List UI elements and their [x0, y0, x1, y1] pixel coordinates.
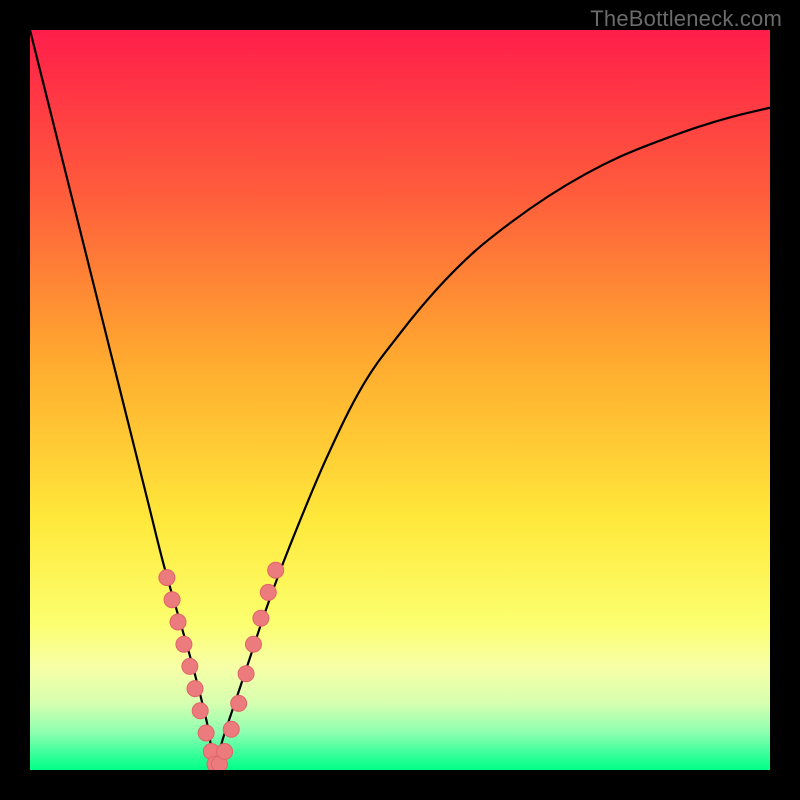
marker-point: [192, 703, 208, 719]
marker-point: [238, 666, 254, 682]
marker-point: [268, 562, 284, 578]
plot-area: [30, 30, 770, 770]
highlight-markers: [159, 562, 284, 770]
marker-point: [231, 695, 247, 711]
curve-layer: [30, 30, 770, 770]
marker-point: [223, 721, 239, 737]
marker-point: [187, 681, 203, 697]
marker-point: [260, 584, 276, 600]
marker-point: [198, 725, 214, 741]
watermark-text: TheBottleneck.com: [590, 6, 782, 32]
marker-point: [176, 636, 192, 652]
marker-point: [159, 570, 175, 586]
marker-point: [164, 592, 180, 608]
chart-frame: TheBottleneck.com: [0, 0, 800, 800]
marker-point: [253, 610, 269, 626]
marker-point: [217, 744, 233, 760]
marker-point: [182, 658, 198, 674]
marker-point: [245, 636, 261, 652]
marker-point: [170, 614, 186, 630]
bottleneck-curve-path: [30, 30, 770, 770]
